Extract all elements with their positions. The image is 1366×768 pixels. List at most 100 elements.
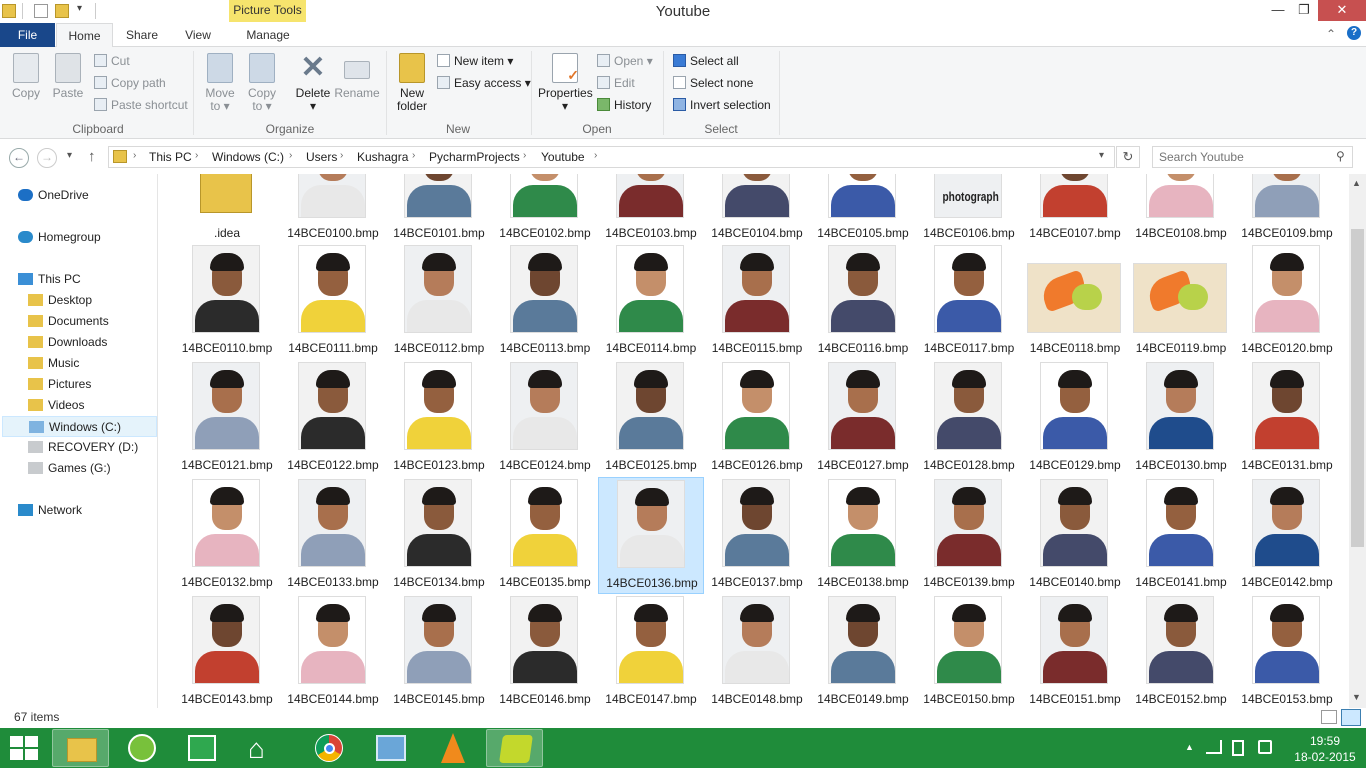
breadcrumb-separator[interactable]: › (523, 150, 526, 161)
file-item[interactable]: 14BCE0107.bmp (1022, 174, 1128, 245)
file-item[interactable]: 14BCE0150.bmp (916, 594, 1022, 708)
file-item[interactable]: 14BCE0130.bmp (1128, 360, 1234, 477)
file-item[interactable]: 14BCE0128.bmp (916, 360, 1022, 477)
taskbar-utorrent[interactable] (112, 729, 169, 767)
file-item[interactable]: 14BCE0108.bmp (1128, 174, 1234, 245)
scroll-up-icon[interactable]: ▲ (1352, 178, 1361, 188)
file-item[interactable]: 14BCE0103.bmp (598, 174, 704, 245)
taskbar-vlc[interactable] (424, 729, 481, 767)
file-item[interactable]: 14BCE0122.bmp (280, 360, 386, 477)
nav-item-documents[interactable]: Documents (28, 311, 109, 332)
collapse-ribbon-icon[interactable]: ⌃ (1326, 27, 1336, 41)
copy-to-button[interactable]: Copy to ▾ (244, 53, 280, 113)
file-item[interactable]: 14BCE0153.bmp (1234, 594, 1340, 708)
edit-button[interactable]: Edit (597, 74, 635, 92)
forward-button[interactable]: → (37, 148, 57, 168)
file-item[interactable]: 14BCE0112.bmp (386, 243, 492, 360)
rename-button[interactable]: Rename (334, 53, 380, 100)
delete-button[interactable]: ✕ Delete ▾ (292, 53, 334, 113)
breadcrumb-youtube[interactable]: Youtube (541, 150, 585, 164)
taskbar-pycharm[interactable] (486, 729, 543, 767)
file-item[interactable]: 14BCE0149.bmp (810, 594, 916, 708)
easy-access-button[interactable]: Easy access ▾ (437, 74, 531, 92)
file-item[interactable]: 14BCE0116.bmp (810, 243, 916, 360)
nav-item-onedrive[interactable]: OneDrive (18, 185, 89, 206)
details-view-icon[interactable] (1321, 710, 1337, 724)
tab-manage[interactable]: Manage (231, 23, 305, 47)
file-item[interactable]: 14BCE0129.bmp (1022, 360, 1128, 477)
copy-path-button[interactable]: Copy path (94, 74, 166, 92)
tab-home[interactable]: Home (56, 23, 113, 48)
file-item[interactable]: 14BCE0101.bmp (386, 174, 492, 245)
file-item[interactable]: 14BCE0119.bmp (1128, 243, 1234, 360)
file-item[interactable]: 14BCE0111.bmp (280, 243, 386, 360)
taskbar-file-explorer[interactable] (52, 729, 109, 767)
back-button[interactable]: ← (9, 148, 29, 168)
nav-item-videos[interactable]: Videos (28, 395, 84, 416)
breadcrumb-users[interactable]: Users (306, 150, 337, 164)
file-item[interactable]: 14BCE0139.bmp (916, 477, 1022, 594)
file-item[interactable]: 14BCE0110.bmp (174, 243, 280, 360)
file-item[interactable]: 14BCE0145.bmp (386, 594, 492, 708)
recent-locations-icon[interactable]: ▾ (67, 150, 72, 161)
breadcrumb-separator[interactable]: › (594, 150, 597, 161)
file-item[interactable]: 14BCE0124.bmp (492, 360, 598, 477)
search-box[interactable]: ⚲ (1152, 146, 1353, 168)
scrollbar-thumb[interactable] (1351, 229, 1364, 547)
file-item[interactable]: 14BCE0146.bmp (492, 594, 598, 708)
up-button[interactable]: ↑ (88, 148, 96, 165)
tab-share[interactable]: Share (117, 23, 167, 47)
refresh-button[interactable]: ↻ (1116, 146, 1140, 168)
scroll-down-icon[interactable]: ▼ (1352, 692, 1361, 702)
invert-selection-button[interactable]: Invert selection (673, 96, 771, 114)
breadcrumb-windows-c[interactable]: Windows (C:) (212, 150, 284, 164)
nav-item-music[interactable]: Music (28, 353, 79, 374)
file-item[interactable]: 14BCE0148.bmp (704, 594, 810, 708)
nav-item-homegroup[interactable]: Homegroup (18, 227, 101, 248)
file-item[interactable]: 14BCE0120.bmp (1234, 243, 1340, 360)
show-hidden-icons[interactable]: ▲ (1185, 742, 1194, 752)
breadcrumb-separator[interactable]: › (195, 150, 198, 161)
breadcrumb-this-pc[interactable]: This PC (149, 150, 192, 164)
search-input[interactable] (1159, 149, 1329, 165)
file-item[interactable]: 14BCE0121.bmp (174, 360, 280, 477)
large-icons-view-icon[interactable] (1341, 709, 1361, 726)
move-to-button[interactable]: Move to ▾ (202, 53, 238, 113)
address-dropdown-icon[interactable]: ▾ (1099, 150, 1104, 161)
search-icon[interactable]: ⚲ (1336, 149, 1345, 163)
file-item[interactable]: 14BCE0109.bmp (1234, 174, 1340, 245)
nav-item-this-pc[interactable]: This PC (18, 269, 81, 290)
breadcrumb-pycharmprojects[interactable]: PycharmProjects (429, 150, 520, 164)
file-item[interactable]: 14BCE0151.bmp (1022, 594, 1128, 708)
maximize-button[interactable]: ❐ (1290, 0, 1318, 21)
close-button[interactable]: ✕ (1318, 0, 1366, 21)
nav-item-downloads[interactable]: Downloads (28, 332, 107, 353)
copy-button[interactable]: Copy (8, 53, 44, 100)
file-item[interactable]: 14BCE0141.bmp (1128, 477, 1234, 594)
file-item[interactable]: 14BCE0125.bmp (598, 360, 704, 477)
minimize-button[interactable]: — (1264, 0, 1292, 21)
file-item[interactable]: 14BCE0113.bmp (492, 243, 598, 360)
file-item[interactable]: 14BCE0105.bmp (810, 174, 916, 245)
address-bar[interactable]: › This PC › Windows (C:) › Users › Kusha… (108, 146, 1115, 168)
file-item[interactable]: 14BCE0152.bmp (1128, 594, 1234, 708)
tab-file[interactable]: File (0, 23, 55, 47)
tab-view[interactable]: View (175, 23, 221, 47)
nav-item-windows-c[interactable]: Windows (C:) (2, 416, 157, 437)
action-center-icon[interactable] (1258, 740, 1272, 754)
paste-shortcut-button[interactable]: Paste shortcut (94, 96, 188, 114)
nav-item-recovery-d[interactable]: RECOVERY (D:) (28, 437, 138, 458)
breadcrumb-separator[interactable]: › (289, 150, 292, 161)
select-none-button[interactable]: Select none (673, 74, 753, 92)
file-item[interactable]: 14BCE0135.bmp (492, 477, 598, 594)
help-icon[interactable]: ? (1347, 26, 1361, 40)
file-item[interactable]: 14BCE0115.bmp (704, 243, 810, 360)
file-item[interactable]: .idea (174, 174, 280, 245)
history-button[interactable]: History (597, 96, 651, 114)
file-item[interactable]: 14BCE0117.bmp (916, 243, 1022, 360)
clock-time[interactable]: 19:59 (1290, 734, 1360, 748)
clock-date[interactable]: 18-02-2015 (1290, 750, 1360, 764)
file-item[interactable]: 14BCE0132.bmp (174, 477, 280, 594)
file-item[interactable]: 14BCE0100.bmp (280, 174, 386, 245)
nav-item-desktop[interactable]: Desktop (28, 290, 92, 311)
